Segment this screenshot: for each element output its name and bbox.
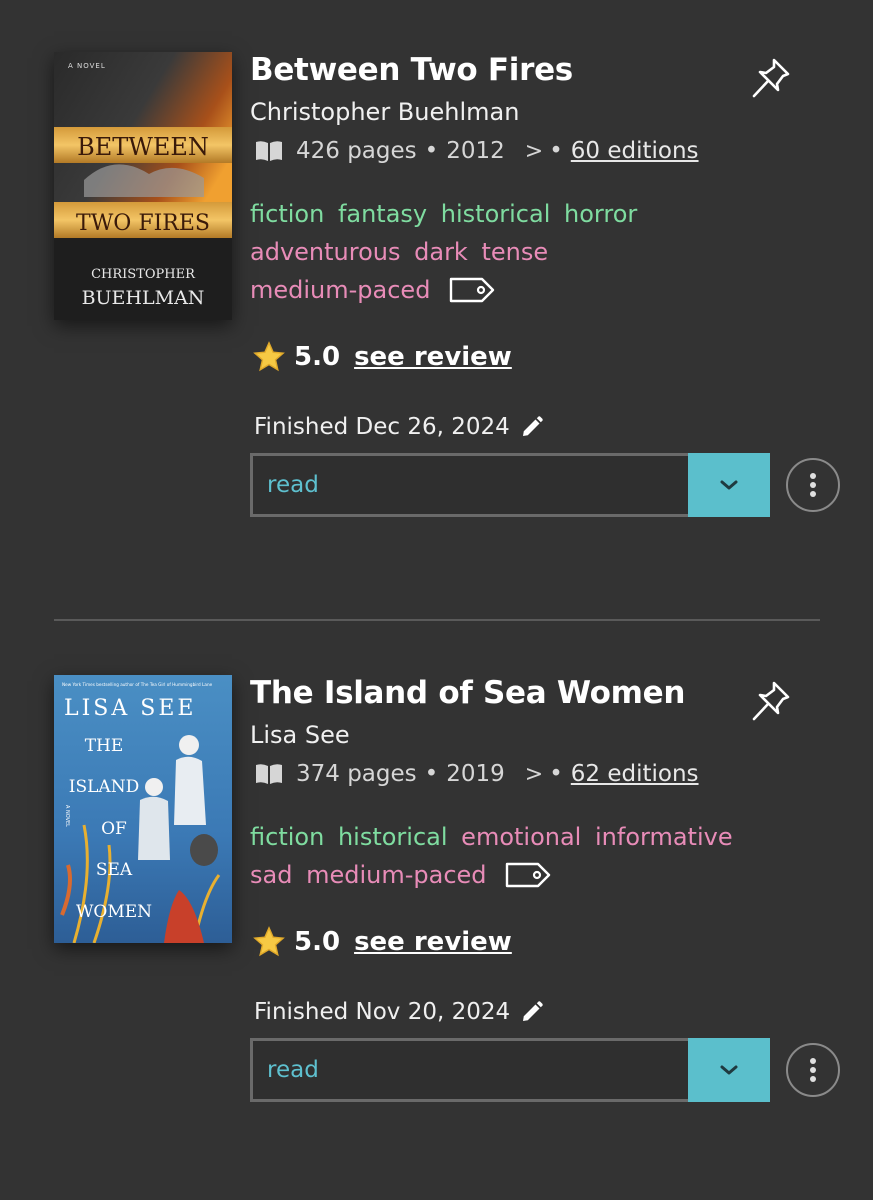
status-dropdown-button[interactable] bbox=[688, 1038, 770, 1102]
tag-icon[interactable] bbox=[448, 276, 496, 304]
genre-tag: fantasy bbox=[337, 200, 428, 228]
book-meta: 426 pages • 2012 > • 60 editions bbox=[254, 138, 699, 164]
genre-tag: fiction bbox=[250, 823, 325, 851]
genre-tag: historical bbox=[440, 200, 551, 228]
mood-tag: dark bbox=[414, 238, 468, 266]
cover-author-line1: CHRISTOPHER bbox=[91, 267, 196, 282]
pin-icon[interactable] bbox=[750, 54, 794, 100]
publish-year: 2012 bbox=[446, 138, 505, 164]
star-icon bbox=[253, 926, 285, 957]
status-value: read bbox=[267, 1057, 319, 1083]
cover-author: LISA SEE bbox=[64, 696, 196, 721]
more-options-button[interactable] bbox=[786, 1043, 840, 1097]
tag-list: fiction historical emotional informative… bbox=[250, 818, 810, 894]
chevron-right-icon[interactable]: > bbox=[525, 762, 543, 787]
mood-tag: medium-paced bbox=[306, 861, 487, 889]
status-dropdown[interactable]: read bbox=[250, 1038, 770, 1102]
open-book-icon bbox=[256, 141, 282, 161]
publish-year: 2019 bbox=[446, 761, 505, 787]
mood-tag: informative bbox=[595, 823, 733, 851]
tag-icon[interactable] bbox=[504, 861, 552, 889]
cover-title-line1: BETWEEN bbox=[77, 133, 209, 161]
rating: 5.0 see review bbox=[252, 925, 512, 959]
mood-tag: emotional bbox=[461, 823, 582, 851]
status-dropdown-button[interactable] bbox=[688, 453, 770, 517]
genre-tag: historical bbox=[337, 823, 448, 851]
book-title[interactable]: The Island of Sea Women bbox=[250, 675, 685, 711]
star-icon bbox=[253, 341, 285, 372]
page-count: 426 pages bbox=[296, 138, 417, 164]
status-value: read bbox=[267, 472, 319, 498]
pin-icon[interactable] bbox=[750, 677, 794, 723]
book-author[interactable]: Lisa See bbox=[250, 721, 350, 749]
cover-title-line: ISLAND bbox=[69, 777, 139, 797]
chevron-down-icon bbox=[720, 1065, 738, 1075]
more-options-button[interactable] bbox=[786, 458, 840, 512]
more-vertical-icon bbox=[810, 1058, 816, 1082]
finished-text: Finished Nov 20, 2024 bbox=[254, 999, 511, 1025]
cover-top-text: A NOVEL bbox=[68, 62, 106, 70]
status-dropdown[interactable]: read bbox=[250, 453, 770, 517]
open-book-icon bbox=[256, 764, 282, 784]
cover-side-text: A NOVEL bbox=[64, 805, 70, 827]
cover-title-line: SEA bbox=[96, 860, 133, 880]
tag-list: fiction fantasy historical horror advent… bbox=[250, 195, 810, 309]
cover-author-line2: BUEHLMAN bbox=[82, 287, 205, 309]
pencil-icon[interactable] bbox=[520, 1000, 544, 1024]
cover-title-line: OF bbox=[101, 819, 127, 839]
rating: 5.0 see review bbox=[252, 340, 512, 374]
cover-top-text: New York Times bestselling author of The… bbox=[62, 682, 213, 687]
mood-tag: medium-paced bbox=[250, 276, 431, 304]
mood-tag: sad bbox=[250, 861, 293, 889]
genre-tag: fiction bbox=[250, 200, 325, 228]
book-cover[interactable]: New York Times bestselling author of The… bbox=[54, 675, 232, 943]
cover-title-line: THE bbox=[85, 736, 124, 756]
finished-text: Finished Dec 26, 2024 bbox=[254, 414, 510, 440]
rating-value: 5.0 bbox=[294, 927, 341, 957]
editions-link[interactable]: 60 editions bbox=[571, 138, 699, 164]
see-review-link[interactable]: see review bbox=[354, 342, 512, 372]
see-review-link[interactable]: see review bbox=[354, 927, 512, 957]
chevron-down-icon bbox=[720, 480, 738, 490]
chevron-right-icon[interactable]: > bbox=[525, 139, 543, 164]
finished-date: Finished Nov 20, 2024 bbox=[254, 999, 544, 1025]
cover-title-line: WOMEN bbox=[76, 902, 152, 922]
cover-title-line2: TWO FIRES bbox=[76, 211, 210, 236]
more-vertical-icon bbox=[810, 473, 816, 497]
mood-tag: tense bbox=[481, 238, 549, 266]
page-count: 374 pages bbox=[296, 761, 417, 787]
finished-date: Finished Dec 26, 2024 bbox=[254, 414, 544, 440]
book-title[interactable]: Between Two Fires bbox=[250, 52, 573, 88]
book-cover[interactable]: A NOVEL BETWEEN TWO FIRES CHRISTOPHER BU… bbox=[54, 52, 232, 320]
rating-value: 5.0 bbox=[294, 342, 341, 372]
editions-link[interactable]: 62 editions bbox=[571, 761, 699, 787]
mood-tag: adventurous bbox=[250, 238, 401, 266]
book-meta: 374 pages • 2019 > • 62 editions bbox=[254, 761, 699, 787]
divider bbox=[54, 619, 820, 621]
book-author[interactable]: Christopher Buehlman bbox=[250, 98, 519, 126]
genre-tag: horror bbox=[564, 200, 638, 228]
pencil-icon[interactable] bbox=[520, 415, 544, 439]
